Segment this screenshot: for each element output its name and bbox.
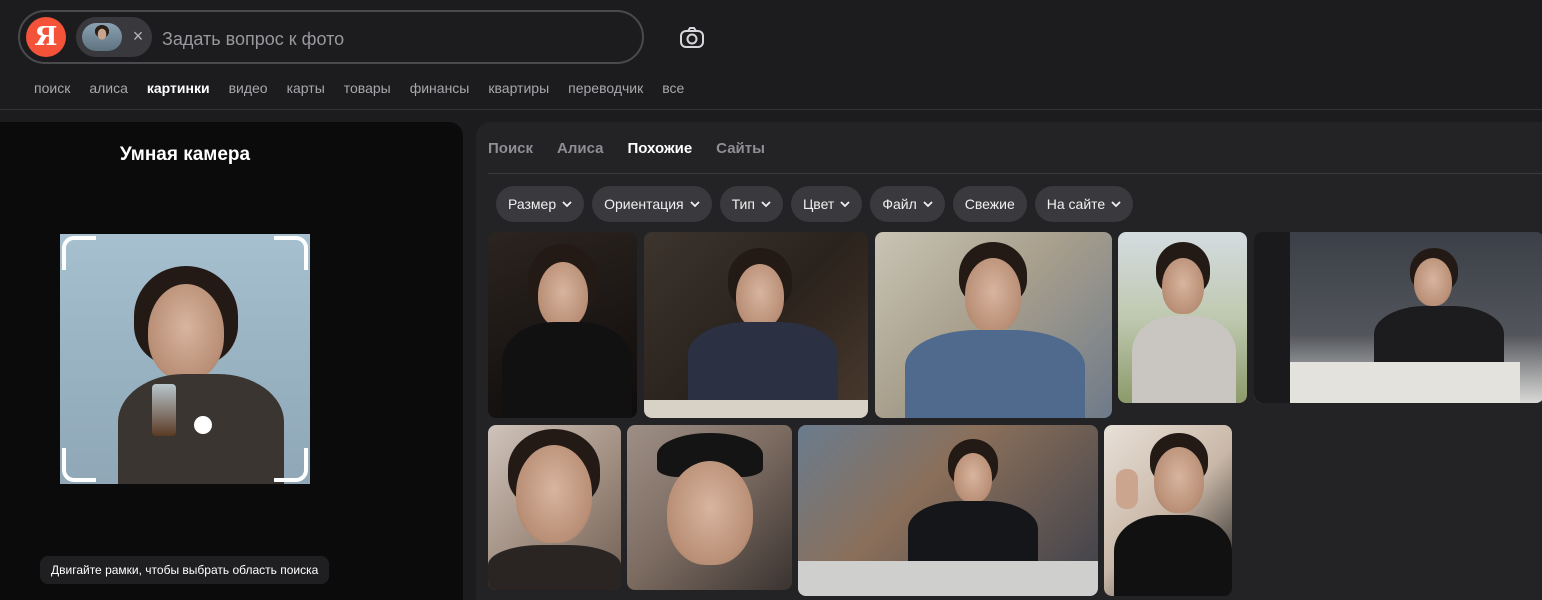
chevron-down-icon xyxy=(689,201,700,208)
chevron-down-icon xyxy=(562,201,572,208)
filter-orientation[interactable]: Ориентация xyxy=(592,186,712,222)
sub-tabs: Поиск Алиса Похожие Сайты xyxy=(488,140,789,157)
smart-camera-panel: Умная камера Двигайте рамки, чтобы выбра… xyxy=(0,122,463,600)
thumb-desk xyxy=(644,400,868,418)
service-tab-video[interactable]: видео xyxy=(229,78,268,98)
result-image[interactable] xyxy=(488,232,637,418)
chevron-down-icon xyxy=(923,201,933,208)
thumb-face xyxy=(965,258,1021,332)
filter-label: На сайте xyxy=(1046,196,1106,212)
thumb-face xyxy=(1414,258,1452,306)
result-image[interactable] xyxy=(798,425,1098,596)
photo-face xyxy=(148,284,224,380)
results-panel: Поиск Алиса Похожие Сайты Размер Ориента… xyxy=(476,122,1542,600)
filter-color[interactable]: Цвет xyxy=(790,186,863,222)
services-nav: поиск алиса картинки видео карты товары … xyxy=(34,78,703,98)
search-bar[interactable]: Я × xyxy=(18,10,644,64)
query-thumbnail xyxy=(82,23,122,51)
chevron-down-icon xyxy=(761,201,771,208)
tab-similar[interactable]: Похожие xyxy=(627,140,692,157)
filter-file[interactable]: Файл xyxy=(870,186,945,222)
thumb-thumbs-up xyxy=(1116,469,1138,509)
result-image[interactable] xyxy=(644,232,868,418)
thumb-face xyxy=(667,461,753,565)
result-image[interactable] xyxy=(627,425,792,590)
result-image[interactable] xyxy=(488,425,621,590)
panel-title: Умная камера xyxy=(119,144,251,165)
thumb-left-bar xyxy=(1254,232,1290,403)
thumb-shirt xyxy=(488,545,621,590)
search-input[interactable] xyxy=(160,24,604,54)
frame-handle-top-left[interactable] xyxy=(62,236,96,270)
service-tab-goods[interactable]: товары xyxy=(344,78,391,98)
thumb-desk xyxy=(1290,362,1520,403)
thumb-face xyxy=(516,445,592,543)
frame-handle-bottom-right[interactable] xyxy=(274,448,308,482)
yandex-logo[interactable]: Я xyxy=(26,17,66,57)
chevron-down-icon xyxy=(1111,201,1121,208)
image-query-chip[interactable]: × xyxy=(76,17,152,57)
filter-type[interactable]: Тип xyxy=(719,186,783,222)
service-tab-all[interactable]: все xyxy=(662,78,684,98)
close-icon[interactable]: × xyxy=(128,26,148,46)
result-image[interactable] xyxy=(875,232,1112,418)
thumb-shirt xyxy=(1114,515,1232,596)
result-image[interactable] xyxy=(1104,425,1232,596)
service-tab-realty[interactable]: квартиры xyxy=(488,78,549,98)
filter-label: Ориентация xyxy=(604,196,684,212)
frame-handle-top-right[interactable] xyxy=(274,236,308,270)
service-tab-search[interactable]: поиск xyxy=(34,78,70,98)
result-image[interactable] xyxy=(1118,232,1247,403)
tab-search[interactable]: Поиск xyxy=(488,140,533,157)
service-tab-finance[interactable]: финансы xyxy=(410,78,470,98)
filter-label: Файл xyxy=(882,196,917,212)
query-photo[interactable] xyxy=(60,234,310,484)
filter-on-site[interactable]: На сайте xyxy=(1034,186,1134,222)
service-tab-alice[interactable]: алиса xyxy=(89,78,128,98)
frame-handle-bottom-left[interactable] xyxy=(62,448,96,482)
thumb-face xyxy=(1154,447,1204,513)
photo-glass xyxy=(152,384,176,436)
result-image[interactable] xyxy=(1254,232,1542,403)
header-divider xyxy=(0,109,1542,110)
filter-label: Тип xyxy=(731,196,755,212)
tab-sites[interactable]: Сайты xyxy=(716,140,765,157)
tab-alice[interactable]: Алиса xyxy=(557,140,603,157)
chevron-down-icon xyxy=(840,201,850,208)
object-dot[interactable] xyxy=(194,416,212,434)
service-tab-translator[interactable]: переводчик xyxy=(568,78,643,98)
filters-bar: Размер Ориентация Тип Цвет Файл Свежие Н… xyxy=(496,186,1141,222)
filter-size[interactable]: Размер xyxy=(496,186,585,222)
thumb-face xyxy=(538,262,588,328)
service-tab-maps[interactable]: карты xyxy=(287,78,325,98)
thumb-face xyxy=(736,264,784,328)
hint-tooltip: Двигайте рамки, чтобы выбрать область по… xyxy=(40,556,330,584)
filter-fresh[interactable]: Свежие xyxy=(952,186,1027,222)
thumb-shirt xyxy=(688,322,838,402)
thumb-face xyxy=(1162,258,1204,314)
filter-label: Свежие xyxy=(964,196,1015,212)
filter-label: Цвет xyxy=(802,196,835,212)
camera-icon[interactable] xyxy=(678,24,706,52)
thumb-face xyxy=(954,453,992,503)
service-tab-images[interactable]: картинки xyxy=(147,78,210,98)
thumb-desk xyxy=(798,561,1098,596)
thumb-shirt xyxy=(1132,316,1236,403)
tabs-divider xyxy=(488,173,1542,174)
thumb-shirt xyxy=(502,322,632,418)
thumb-shirt xyxy=(905,330,1085,418)
filter-label: Размер xyxy=(508,196,557,212)
